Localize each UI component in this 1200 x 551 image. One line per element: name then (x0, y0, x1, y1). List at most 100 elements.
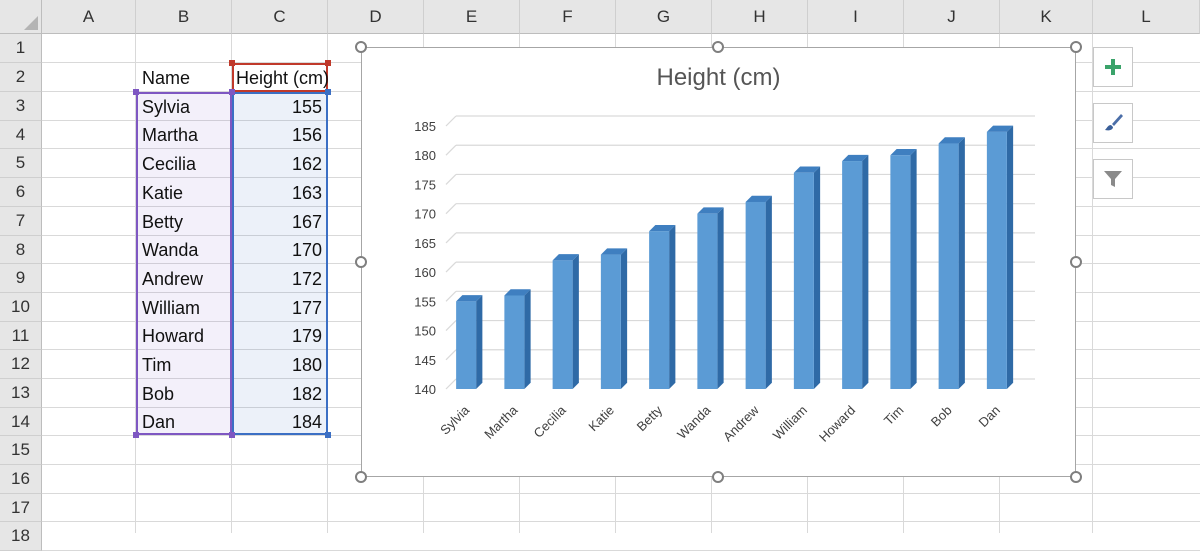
row-header-11[interactable]: 11 (0, 322, 42, 350)
chart-resize-handle[interactable] (355, 256, 367, 268)
height-cell[interactable]: 184 (232, 409, 328, 436)
column-header-k[interactable]: K (1000, 0, 1093, 34)
chart-elements-button[interactable] (1093, 47, 1133, 87)
height-cell[interactable]: 167 (232, 208, 328, 236)
filter-icon (1104, 171, 1122, 187)
bar-side (765, 195, 772, 389)
row-header-13[interactable]: 13 (0, 379, 42, 408)
chart-resize-handle[interactable] (355, 471, 367, 483)
column-header-d[interactable]: D (328, 0, 424, 34)
name-cell[interactable]: Sylvia (136, 93, 232, 121)
bar-tim[interactable] (890, 148, 917, 389)
height-cell[interactable]: 170 (232, 237, 328, 264)
height-cell[interactable]: 156 (232, 122, 328, 149)
name-cell[interactable]: Betty (136, 208, 232, 236)
height-cell[interactable]: 179 (232, 323, 328, 350)
cell-b2[interactable]: Name (136, 64, 232, 92)
bar-andrew[interactable] (745, 195, 772, 389)
bar-side (669, 224, 676, 389)
bar-katie[interactable] (600, 248, 628, 389)
height-cell[interactable]: 180 (232, 351, 328, 379)
row-header-3[interactable]: 3 (0, 92, 42, 121)
bar-howard[interactable] (842, 154, 869, 389)
bar-sylvia[interactable] (456, 295, 483, 389)
x-tick-label: Martha (481, 402, 521, 442)
name-cell[interactable]: Howard (136, 323, 232, 350)
height-cell[interactable]: 177 (232, 294, 328, 322)
name-cell[interactable]: William (136, 294, 232, 322)
column-header-i[interactable]: I (808, 0, 904, 34)
paintbrush-icon (1105, 114, 1123, 131)
name-cell[interactable]: Wanda (136, 237, 232, 264)
row-header-14[interactable]: 14 (0, 408, 42, 436)
name-cell[interactable]: Katie (136, 179, 232, 207)
name-cell[interactable]: Dan (136, 409, 232, 436)
bar-wanda[interactable] (697, 207, 724, 389)
chart-filters-button[interactable] (1093, 159, 1133, 199)
chart-resize-handle[interactable] (712, 471, 724, 483)
chart-resize-handle[interactable] (1070, 471, 1082, 483)
name-cell[interactable]: Cecilia (136, 150, 232, 178)
bar-front (842, 161, 863, 389)
gridline-depth (445, 144, 457, 156)
bar-cecilia[interactable] (552, 254, 579, 389)
height-cell[interactable]: 182 (232, 380, 328, 408)
row-header-4[interactable]: 4 (0, 121, 42, 149)
column-header-l[interactable]: L (1093, 0, 1200, 34)
bar-side (717, 207, 724, 389)
gridline-depth (445, 320, 457, 331)
height-chart[interactable]: Height (cm) 140 145 150 155 160 165 170 175 180 1… (361, 47, 1076, 477)
height-cell[interactable]: 162 (232, 150, 328, 178)
chart-resize-handle[interactable] (1070, 41, 1082, 53)
height-cell[interactable]: 172 (232, 265, 328, 293)
x-tick-label: Katie (585, 403, 617, 435)
x-tick-label: Tim (881, 403, 907, 429)
x-tick-label: Bob (928, 403, 955, 430)
bar-martha[interactable] (504, 289, 531, 389)
column-header-b[interactable]: B (136, 0, 232, 34)
row-header-17[interactable]: 17 (0, 494, 42, 522)
row-header-8[interactable]: 8 (0, 236, 42, 264)
name-cell[interactable]: Andrew (136, 265, 232, 293)
name-cell[interactable]: Bob (136, 380, 232, 408)
cell-c2[interactable]: Height (cm) (232, 64, 329, 92)
chart-resize-handle[interactable] (355, 41, 367, 53)
spreadsheet-grid: ABCDEFGHIJKL 1 2 3 4 5 6 7 8 9 10 11 12 13 14 15 16 17 18… (0, 0, 1200, 551)
bar-dan[interactable] (986, 125, 1014, 389)
grid-row-line (42, 493, 1200, 494)
row-header-16[interactable]: 16 (0, 465, 42, 494)
y-tick-label: 160 (414, 265, 436, 280)
column-header-j[interactable]: J (904, 0, 1000, 34)
bar-william[interactable] (793, 166, 821, 389)
select-all-corner[interactable] (0, 0, 42, 34)
chart-resize-handle[interactable] (1070, 256, 1082, 268)
row-header-15[interactable]: 15 (0, 436, 42, 465)
bar-betty[interactable] (649, 224, 676, 389)
chart-styles-button[interactable] (1093, 103, 1133, 143)
row-header-1[interactable]: 1 (0, 34, 42, 63)
row-header-2[interactable]: 2 (0, 63, 42, 92)
height-cell[interactable]: 163 (232, 179, 328, 207)
row-header-18[interactable]: 18 (0, 522, 42, 551)
row-header-7[interactable]: 7 (0, 207, 42, 236)
row-header-10[interactable]: 10 (0, 293, 42, 322)
column-header-h[interactable]: H (712, 0, 808, 34)
row-header-5[interactable]: 5 (0, 149, 42, 178)
column-header-c[interactable]: C (232, 0, 328, 34)
row-header-12[interactable]: 12 (0, 350, 42, 379)
y-tick-label: 140 (414, 382, 436, 397)
column-header-g[interactable]: G (616, 0, 712, 34)
height-cell[interactable]: 155 (232, 93, 328, 121)
column-header-a[interactable]: A (42, 0, 136, 34)
row-header-9[interactable]: 9 (0, 264, 42, 293)
chart-resize-handle[interactable] (712, 41, 724, 53)
name-cell[interactable]: Martha (136, 122, 232, 149)
row-header-6[interactable]: 6 (0, 178, 42, 207)
gridline-depth (445, 290, 457, 302)
bar-side (862, 154, 869, 389)
name-cell[interactable]: Tim (136, 351, 232, 379)
bar-front (986, 131, 1007, 389)
column-header-e[interactable]: E (424, 0, 520, 34)
bar-bob[interactable] (938, 137, 965, 389)
column-header-f[interactable]: F (520, 0, 616, 34)
